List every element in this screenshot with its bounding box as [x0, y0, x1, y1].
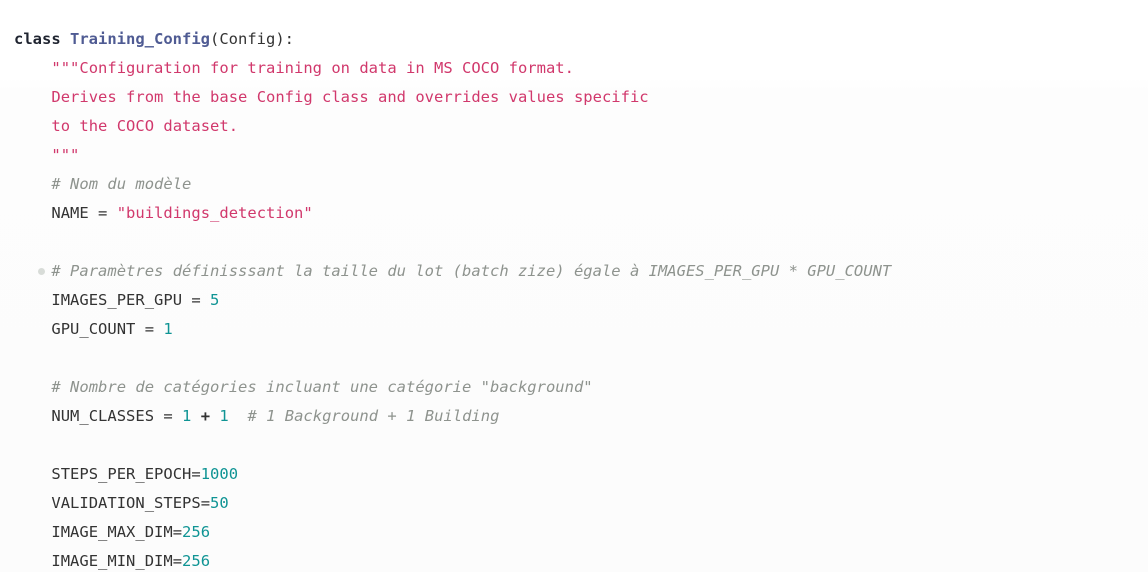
code-token-plain: IMAGE_MIN_DIM=	[51, 551, 183, 570]
code-token-plain: VALIDATION_STEPS=	[51, 493, 211, 512]
code-token-number: 1000	[200, 464, 239, 483]
code-line[interactable]	[0, 431, 1148, 460]
code-token-number: 50	[210, 493, 229, 512]
code-line[interactable]: IMAGES_PER_GPU = 5	[0, 286, 1148, 315]
code-token-number: 1	[182, 406, 192, 425]
code-token-comment: # Nombre de catégories incluant une caté…	[51, 377, 593, 396]
code-token-punct: (Config):	[210, 29, 294, 48]
code-line[interactable]: GPU_COUNT = 1	[0, 315, 1148, 344]
fold-marker-dot-icon[interactable]	[38, 267, 45, 275]
code-token-string: "buildings_detection"	[116, 203, 313, 222]
code-line[interactable]: IMAGE_MAX_DIM=256	[0, 518, 1148, 547]
code-screenshot-viewport: class Training_Config(Config): """Configu…	[0, 0, 1148, 572]
code-token-string: Derives from the base Config class and o…	[51, 87, 649, 106]
code-token-plain: NAME =	[51, 203, 117, 222]
code-token-operator: +	[200, 406, 211, 425]
code-token-number: 1	[163, 319, 173, 338]
code-line[interactable]: # Nombre de catégories incluant une caté…	[0, 373, 1148, 402]
code-token-keyword: class	[14, 29, 61, 48]
code-token-number: 256	[182, 522, 211, 541]
code-token-plain: STEPS_PER_EPOCH=	[51, 464, 201, 483]
code-token-plain: IMAGES_PER_GPU =	[51, 290, 211, 309]
code-token-string: """	[51, 145, 80, 164]
code-line[interactable]: """Configuration for training on data in…	[0, 54, 1148, 83]
code-line[interactable]: # Nom du modèle	[0, 170, 1148, 199]
code-token-comment: # Nom du modèle	[51, 174, 192, 193]
code-line[interactable]: NUM_CLASSES = 1 + 1 # 1 Background + 1 B…	[0, 402, 1148, 431]
code-line[interactable]: class Training_Config(Config):	[0, 25, 1148, 54]
code-line[interactable]: IMAGE_MIN_DIM=256	[0, 547, 1148, 572]
code-line[interactable]: NAME = "buildings_detection"	[0, 199, 1148, 228]
code-line[interactable]	[0, 228, 1148, 257]
code-token-number: 256	[182, 551, 211, 570]
code-line[interactable]: """	[0, 141, 1148, 170]
code-token-number: 1	[219, 406, 229, 425]
code-line[interactable]: VALIDATION_STEPS=50	[0, 489, 1148, 518]
code-token-comment: # 1 Background + 1 Building	[247, 406, 500, 425]
code-token-plain: GPU_COUNT =	[51, 319, 164, 338]
code-token-number: 5	[210, 290, 220, 309]
code-token-string: """Configuration for training on data in…	[51, 58, 574, 77]
code-token-classname: Training_Config	[70, 29, 210, 48]
code-line[interactable]: STEPS_PER_EPOCH=1000	[0, 460, 1148, 489]
code-token-comment: # Paramètres définisssant la taille du l…	[51, 261, 892, 280]
code-line[interactable]: Derives from the base Config class and o…	[0, 83, 1148, 112]
code-line[interactable]: to the COCO dataset.	[0, 112, 1148, 141]
code-token-plain: IMAGE_MAX_DIM=	[51, 522, 183, 541]
python-source-code[interactable]: class Training_Config(Config): """Configu…	[0, 16, 1148, 572]
code-line[interactable]: # Paramètres définisssant la taille du l…	[0, 257, 1148, 286]
code-token-plain: NUM_CLASSES =	[51, 406, 183, 425]
code-line[interactable]	[0, 344, 1148, 373]
code-token-string: to the COCO dataset.	[51, 116, 239, 135]
